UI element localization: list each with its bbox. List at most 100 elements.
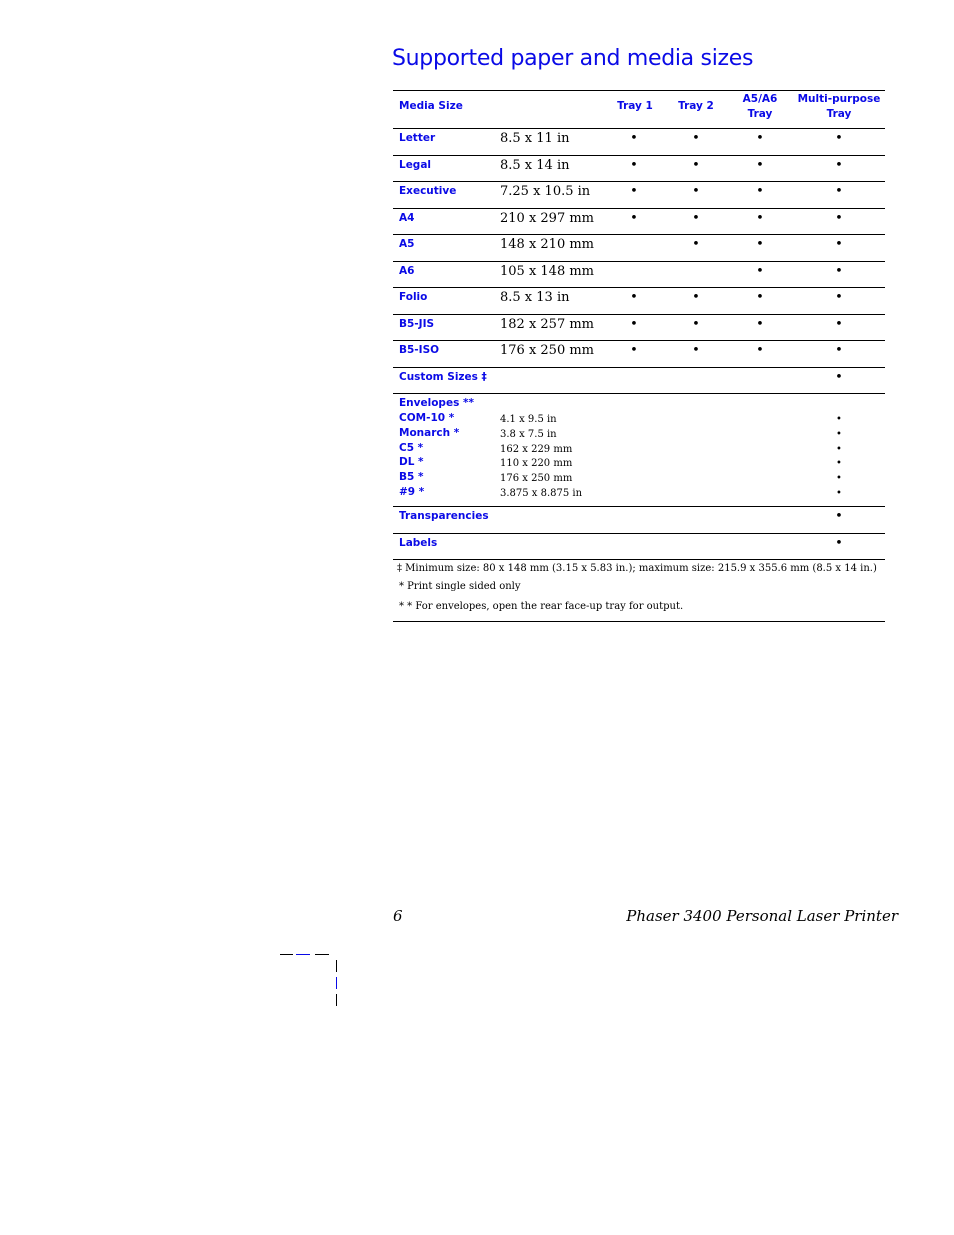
envelope-name: DL * (399, 456, 424, 469)
support-bullet-tray1: • (630, 184, 638, 199)
media-dimensions: 8.5 x 14 in (500, 157, 570, 173)
support-bullet-a5a6: • (756, 131, 764, 146)
support-bullet-tray1: • (630, 131, 638, 146)
support-bullet-tray1: • (630, 210, 638, 226)
row-rule (393, 506, 885, 507)
header-mp-line1: Multi-purpose (797, 93, 881, 105)
media-dimensions: 176 x 250 mm (500, 343, 595, 358)
media-dimensions: 7.25 x 10.5 in (500, 184, 591, 199)
support-bullet-tray2: • (692, 290, 700, 305)
support-bullet-a5a6: • (756, 263, 764, 279)
media-name: B5-JIS (399, 317, 435, 330)
support-bullet-tray1: • (630, 290, 638, 305)
media-name: Labels (399, 536, 438, 549)
media-name: B5-ISO (399, 344, 440, 356)
support-bullet-a5a6: • (756, 184, 764, 199)
header-a5a6-line1: A5/A6 (742, 93, 778, 105)
support-bullet-tray2: • (692, 131, 700, 146)
support-bullet-tray2: • (692, 184, 700, 199)
row-rule (393, 559, 885, 560)
support-bullet-mp: • (836, 488, 842, 499)
row-rule (393, 340, 885, 341)
media-dimensions: 148 x 210 mm (500, 237, 595, 252)
support-bullet-mp: • (835, 131, 843, 146)
support-bullet-a5a6: • (756, 157, 764, 173)
envelope-name: Monarch * (399, 426, 460, 439)
table-top-rule (393, 90, 885, 91)
row-rule (393, 393, 885, 394)
envelope-dimensions: 4.1 x 9.5 in (500, 414, 557, 425)
support-bullet-mp: • (836, 414, 842, 425)
support-bullet-mp: • (835, 157, 843, 173)
support-bullet-tray1: • (630, 316, 638, 332)
row-rule (393, 234, 885, 235)
media-name: Custom Sizes ‡ (399, 370, 487, 383)
crop-mark-v1 (336, 960, 337, 972)
page-number: 6 (393, 907, 403, 925)
footer-document-title: Phaser 3400 Personal Laser Printer (626, 907, 898, 925)
support-bullet-tray1: • (630, 157, 638, 173)
support-bullet-mp: • (836, 428, 842, 440)
header-a5a6-tray: A5/A6 Tray (730, 92, 790, 122)
support-bullet-tray2: • (692, 210, 700, 226)
support-bullet-a5a6: • (756, 290, 764, 305)
support-bullet-mp: • (836, 473, 842, 485)
header-multipurpose-tray: Multi-purpose Tray (794, 92, 884, 122)
page-title: Supported paper and media sizes (392, 46, 754, 71)
footnote: ‡ Minimum size: 80 x 148 mm (3.15 x 5.83… (397, 563, 877, 574)
support-bullet-mp: • (836, 458, 842, 470)
support-bullet-mp: • (835, 290, 843, 305)
media-name: A5 (399, 238, 415, 250)
envelopes-heading: Envelopes ** (399, 397, 474, 409)
support-bullet-mp: • (835, 509, 843, 524)
support-bullet-mp: • (835, 316, 843, 332)
support-bullet-a5a6: • (756, 210, 764, 226)
envelope-dimensions: 3.875 x 8.875 in (500, 488, 583, 499)
support-bullet-tray2: • (692, 343, 700, 358)
support-bullet-tray2: • (692, 316, 700, 332)
envelope-dimensions: 3.8 x 7.5 in (500, 428, 557, 440)
envelope-name: B5 * (399, 471, 424, 484)
support-bullet-a5a6: • (756, 343, 764, 358)
support-bullet-mp: • (835, 184, 843, 199)
table-bottom-rule (393, 621, 885, 622)
media-name: Folio (399, 291, 428, 303)
support-bullet-tray2: • (692, 157, 700, 173)
envelope-name: C5 * (399, 441, 424, 454)
row-rule (393, 154, 885, 156)
row-rule (393, 532, 885, 534)
support-bullet-mp: • (835, 263, 843, 279)
crop-mark-v3 (336, 994, 337, 1006)
media-dimensions: 210 x 297 mm (500, 210, 595, 226)
media-name: Executive (399, 185, 457, 197)
row-rule (393, 260, 885, 262)
row-rule (393, 313, 885, 315)
media-dimensions: 8.5 x 11 in (500, 131, 570, 146)
crop-mark-h2 (296, 954, 310, 955)
row-rule (393, 181, 885, 182)
support-bullet-tray1: • (630, 343, 638, 358)
row-rule (393, 207, 885, 209)
media-name: A4 (399, 211, 415, 224)
media-dimensions: 182 x 257 mm (500, 316, 595, 332)
footnote: * Print single sided only (399, 581, 521, 592)
envelope-name: #9 * (399, 486, 425, 498)
envelope-dimensions: 176 x 250 mm (500, 473, 573, 485)
crop-mark-h3 (315, 954, 329, 955)
support-bullet-tray2: • (692, 237, 700, 252)
media-name: Legal (399, 158, 432, 171)
row-rule (393, 287, 885, 288)
media-name: Letter (399, 132, 436, 144)
envelope-dimensions: 110 x 220 mm (500, 458, 573, 470)
header-bottom-rule (393, 128, 885, 129)
support-bullet-mp: • (835, 369, 843, 385)
crop-mark-h1 (280, 954, 293, 955)
crop-mark-v2 (336, 977, 337, 989)
media-dimensions: 8.5 x 13 in (500, 290, 570, 305)
footnote: * * For envelopes, open the rear face-up… (399, 601, 684, 612)
support-bullet-mp: • (835, 535, 843, 551)
envelope-dimensions: 162 x 229 mm (500, 443, 573, 455)
header-tray2: Tray 2 (678, 100, 714, 112)
envelope-name: COM-10 * (399, 412, 455, 424)
support-bullet-mp: • (835, 343, 843, 358)
